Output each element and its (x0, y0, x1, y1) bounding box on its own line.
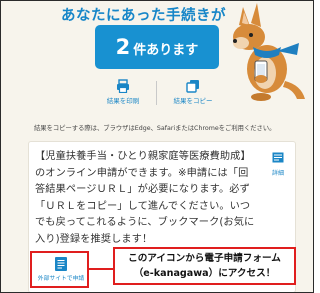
printer-icon (117, 79, 129, 93)
detail-button[interactable]: 詳細 (268, 148, 288, 177)
detail-icon (272, 152, 284, 163)
result-count: 2 (115, 35, 131, 59)
mascot-icon (233, 3, 305, 101)
copy-results-button[interactable]: 結果をコピー (171, 79, 215, 111)
action-divider (156, 81, 157, 105)
result-heading: あなたにあった手続きが (61, 8, 226, 24)
result-count-box: 2 件あります (95, 25, 219, 69)
callout-line-2: （e-kanagawa）にアクセス！ (133, 267, 276, 279)
screenshot-frame: あなたにあった手続きが 2 件あります 結果を印刷 結果をコピー 結果をコピーす… (0, 0, 314, 293)
description-line: のオンライン申請ができます。※申請には「回 (35, 167, 249, 179)
highlight-connector (89, 268, 113, 270)
copy-icon (186, 80, 199, 93)
result-count-unit: 件あります (133, 43, 199, 58)
annotation-callout: このアイコンから電子申請フォーム （e-kanagawa）にアクセス！ (113, 247, 296, 285)
print-results-label: 結果を印刷 (106, 97, 140, 105)
description-line: 【児童扶養手当・ひとり親家庭等医療費助成】 (35, 151, 251, 162)
browser-note: 結果をコピーする際は、ブラウザはEdge、SafariまたはChromeをご利用… (34, 125, 276, 132)
copy-results-label: 結果をコピー (173, 97, 213, 105)
description-line: 「ＵＲＬをコピー」して進んでください。いつ (35, 200, 251, 212)
detail-label: 詳細 (271, 170, 284, 177)
highlight-box (30, 251, 89, 288)
procedure-description: 【児童扶養手当・ひとり親家庭等医療費助成】 のオンライン申請ができます。※申請に… (35, 149, 259, 249)
callout-line-1: このアイコンから電子申請フォーム (128, 253, 281, 264)
description-line: でも戻ってこれるように、ブックマーク(お気に (35, 217, 255, 229)
description-line: 答結果ページＵＲＬ」が必要になります。必ず (35, 184, 250, 196)
print-results-button[interactable]: 結果を印刷 (103, 79, 143, 111)
